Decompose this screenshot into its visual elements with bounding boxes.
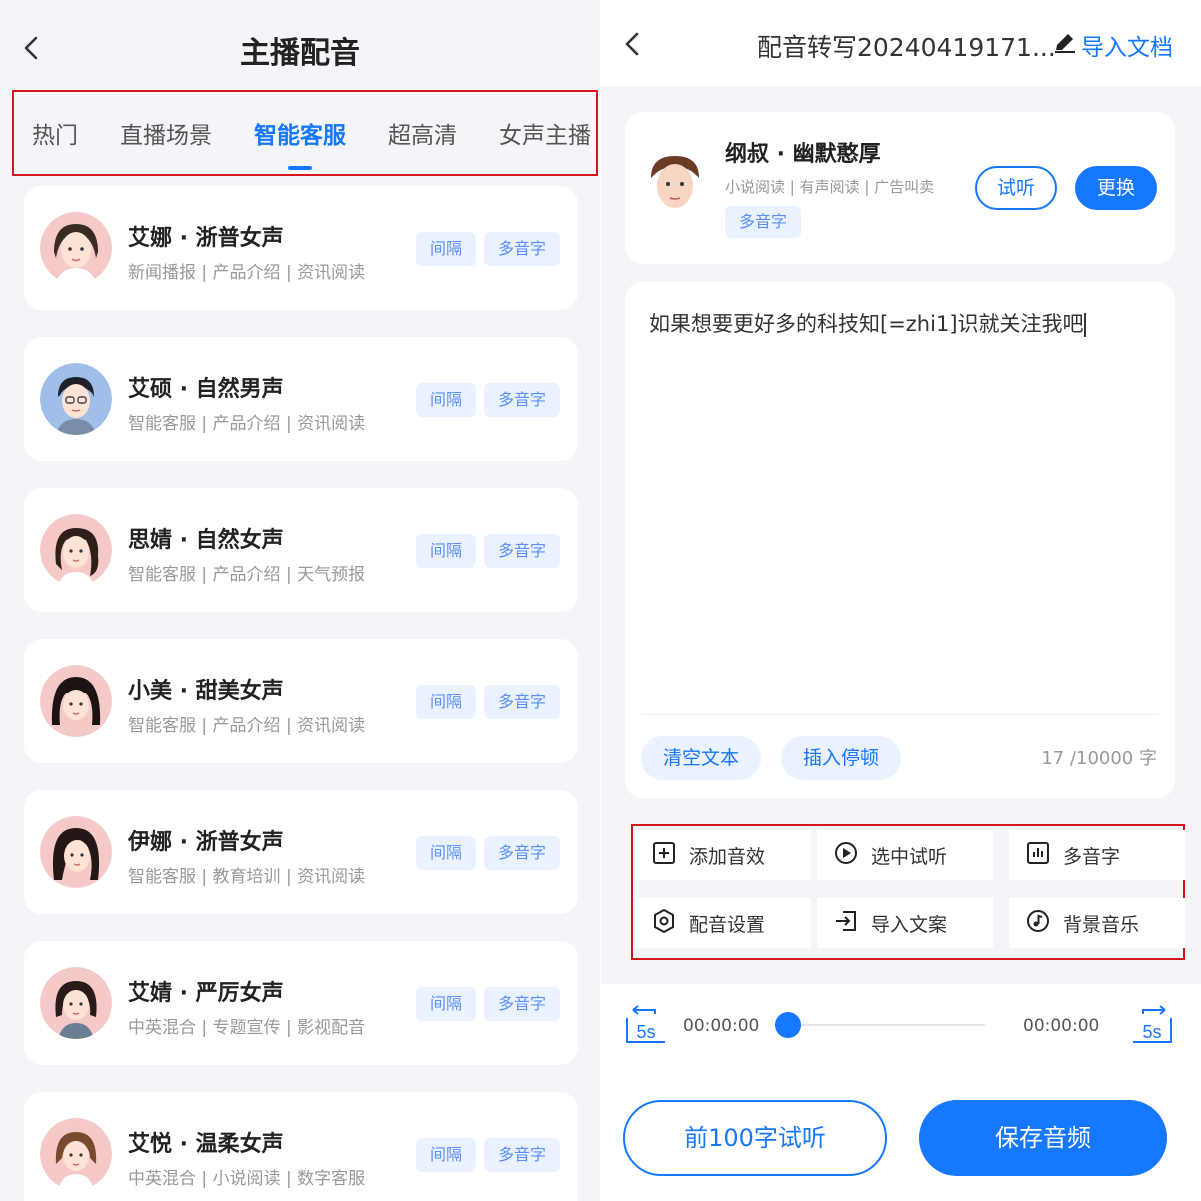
interval-chip[interactable]: 间隔 xyxy=(416,1138,477,1172)
interval-chip[interactable]: 间隔 xyxy=(416,383,477,417)
tab-live-scene[interactable]: 直播场景 xyxy=(120,116,212,150)
interval-chip[interactable]: 间隔 xyxy=(416,836,477,870)
active-tab-indicator xyxy=(288,166,312,170)
import-copy-button[interactable]: 导入文案 xyxy=(817,898,993,948)
avatar xyxy=(40,514,112,586)
divider xyxy=(641,714,1159,715)
polyphone-chip[interactable]: 多音字 xyxy=(484,836,561,870)
polyphone-chip[interactable]: 多音字 xyxy=(484,685,561,719)
import-document-button[interactable]: 导入文档 xyxy=(1053,28,1173,62)
tab-female-anchor[interactable]: 女声主播 xyxy=(499,116,591,150)
dubbing-editor-screen: 配音转写20240419171... 导入文档 纲叔 · 幽默憨厚 小说阅读 |… xyxy=(601,0,1201,1201)
polyphone-chip[interactable]: 多音字 xyxy=(484,383,561,417)
polyphone-chip[interactable]: 多音字 xyxy=(484,232,561,266)
text-caret xyxy=(1083,313,1086,337)
forward-5s-button[interactable]: 5s xyxy=(1129,1002,1175,1048)
music-icon xyxy=(1025,908,1051,939)
header: 主播配音 xyxy=(0,0,600,92)
avatar xyxy=(40,816,112,888)
voice-name: 艾悦 · 温柔女声 xyxy=(128,1132,284,1157)
avatar xyxy=(40,1118,112,1190)
progress-knob[interactable] xyxy=(775,1012,801,1038)
voice-card[interactable]: 艾悦 · 温柔女声 中英混合 | 小说阅读 | 数字客服 间隔 多音字 xyxy=(24,1092,578,1201)
audio-player: 5s 00:00:00 00:00:00 5s 前100字试听 保存音频 xyxy=(601,984,1201,1201)
bar-chart-icon xyxy=(1025,840,1051,871)
background-music-button[interactable]: 背景音乐 xyxy=(1009,898,1185,948)
category-tabs: 热门 直播场景 智能客服 超高清 女声主播 xyxy=(12,90,598,176)
document-title: 配音转写20240419171... xyxy=(757,33,1056,62)
pencil-icon xyxy=(1053,30,1077,60)
voice-name: 小美 · 甜美女声 xyxy=(128,679,284,704)
polyphone-button[interactable]: 多音字 xyxy=(1009,830,1185,880)
voice-name: 伊娜 · 浙普女声 xyxy=(128,830,284,855)
total-time: 00:00:00 xyxy=(1023,1016,1100,1036)
interval-chip[interactable]: 间隔 xyxy=(416,685,477,719)
dubbing-settings-button[interactable]: 配音设置 xyxy=(635,898,811,948)
forward-label: 5s xyxy=(1142,1022,1161,1042)
voice-tags: 智能客服 | 教育培训 | 资讯阅读 xyxy=(128,867,366,887)
insert-pause-button[interactable]: 插入停顿 xyxy=(781,736,902,780)
progress-track[interactable] xyxy=(787,1024,985,1026)
voice-tags: 智能客服 | 产品介绍 | 资讯阅读 xyxy=(128,414,366,434)
interval-chip[interactable]: 间隔 xyxy=(416,232,477,266)
voice-card[interactable]: 伊娜 · 浙普女声 智能客服 | 教育培训 | 资讯阅读 间隔 多音字 xyxy=(24,790,578,914)
add-sound-effect-button[interactable]: 添加音效 xyxy=(635,830,811,880)
voice-name: 艾婧 · 严厉女声 xyxy=(128,981,284,1006)
voice-tags: 新闻播报 | 产品介绍 | 资讯阅读 xyxy=(128,263,366,283)
polyphone-chip[interactable]: 多音字 xyxy=(484,987,561,1021)
interval-chip[interactable]: 间隔 xyxy=(416,534,477,568)
polyphone-chip[interactable]: 多音字 xyxy=(484,1138,561,1172)
tab-hot[interactable]: 热门 xyxy=(32,116,78,150)
change-speaker-button[interactable]: 更换 xyxy=(1075,166,1157,210)
play-circle-icon xyxy=(833,840,859,871)
voice-card[interactable]: 艾硕 · 自然男声 智能客服 | 产品介绍 | 资讯阅读 间隔 多音字 xyxy=(24,337,578,461)
tab-ultra-hd[interactable]: 超高清 xyxy=(388,116,457,150)
avatar xyxy=(40,212,112,284)
speaker-name: 纲叔 · 幽默憨厚 xyxy=(725,142,881,167)
save-audio-button[interactable]: 保存音频 xyxy=(919,1100,1167,1176)
import-icon xyxy=(833,908,859,939)
preview-first-100-button[interactable]: 前100字试听 xyxy=(623,1100,887,1176)
avatar xyxy=(635,144,715,224)
voice-list-screen: 主播配音 热门 直播场景 智能客服 超高清 女声主播 艾娜 · 浙普女声 新闻播… xyxy=(0,0,600,1201)
voice-tags: 智能客服 | 产品介绍 | 天气预报 xyxy=(128,565,366,585)
character-count: 17 /10000 字 xyxy=(1041,748,1157,769)
add-square-icon xyxy=(651,840,677,871)
voice-card[interactable]: 思婧 · 自然女声 智能客服 | 产品介绍 | 天气预报 间隔 多音字 xyxy=(24,488,578,612)
voice-name: 艾硕 · 自然男声 xyxy=(128,377,284,402)
polyphone-chip[interactable]: 多音字 xyxy=(484,534,561,568)
tab-smart-service[interactable]: 智能客服 xyxy=(254,116,346,170)
polyphone-chip[interactable]: 多音字 xyxy=(725,206,802,238)
speaker-tags: 小说阅读 | 有声阅读 | 广告叫卖 xyxy=(725,178,935,196)
page-title: 主播配音 xyxy=(240,36,360,71)
listen-button[interactable]: 试听 xyxy=(975,166,1057,210)
back-arrow-icon[interactable] xyxy=(619,30,647,58)
selected-speaker-card: 纲叔 · 幽默憨厚 小说阅读 | 有声阅读 | 广告叫卖 多音字 试听 更换 xyxy=(625,112,1175,264)
tool-grid: 添加音效 选中试听 多音字 配音设置 导入文案 背景音乐 xyxy=(631,824,1185,960)
header: 配音转写20240419171... 导入文档 xyxy=(601,0,1201,86)
avatar xyxy=(40,967,112,1039)
voice-card[interactable]: 艾婧 · 严厉女声 中英混合 | 专题宣传 | 影视配音 间隔 多音字 xyxy=(24,941,578,1065)
voice-tags: 中英混合 | 专题宣传 | 影视配音 xyxy=(128,1018,366,1038)
avatar xyxy=(40,363,112,435)
text-editor[interactable]: 如果想要更好多的科技知[=zhi1]识就关注我吧 清空文本 插入停顿 17 /1… xyxy=(625,282,1175,798)
rewind-label: 5s xyxy=(636,1022,655,1042)
current-time: 00:00:00 xyxy=(683,1016,760,1036)
editor-text[interactable]: 如果想要更好多的科技知[=zhi1]识就关注我吧 xyxy=(649,308,1086,338)
voice-name: 思婧 · 自然女声 xyxy=(128,528,284,553)
voice-card[interactable]: 艾娜 · 浙普女声 新闻播报 | 产品介绍 | 资讯阅读 间隔 多音字 xyxy=(24,186,578,310)
voice-name: 艾娜 · 浙普女声 xyxy=(128,226,284,251)
rewind-5s-button[interactable]: 5s xyxy=(623,1002,669,1048)
settings-icon xyxy=(651,908,677,939)
voice-tags: 中英混合 | 小说阅读 | 数字客服 xyxy=(128,1169,366,1189)
interval-chip[interactable]: 间隔 xyxy=(416,987,477,1021)
clear-text-button[interactable]: 清空文本 xyxy=(641,736,762,780)
voice-card[interactable]: 小美 · 甜美女声 智能客服 | 产品介绍 | 资讯阅读 间隔 多音字 xyxy=(24,639,578,763)
preview-selection-button[interactable]: 选中试听 xyxy=(817,830,993,880)
voice-tags: 智能客服 | 产品介绍 | 资讯阅读 xyxy=(128,716,366,736)
avatar xyxy=(40,665,112,737)
